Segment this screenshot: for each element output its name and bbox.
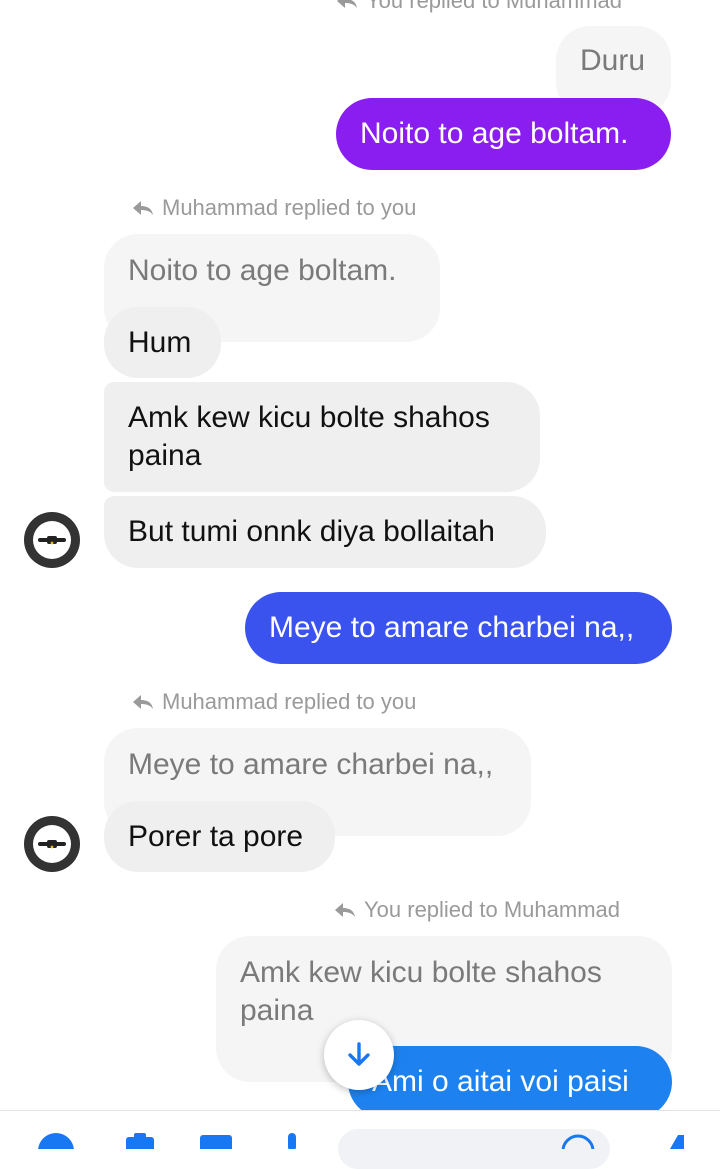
message-text: Amk kew kicu bolte shahos paina [128, 401, 490, 472]
outgoing-message[interactable]: Noito to age boltam. [336, 98, 671, 170]
camera-icon[interactable] [120, 1129, 160, 1149]
like-icon[interactable] [664, 1129, 694, 1149]
gallery-icon[interactable] [196, 1129, 236, 1149]
message-text: Ami o aitai voi paisi [372, 1065, 629, 1098]
incoming-message[interactable]: Hum [104, 307, 221, 378]
message-text: Noito to age boltam. [360, 117, 629, 150]
outgoing-message[interactable]: Meye to amare charbei na,, [245, 592, 672, 664]
reply-arrow-icon [337, 0, 357, 8]
apps-icon[interactable] [36, 1129, 76, 1149]
scroll-to-bottom-button[interactable] [324, 1020, 394, 1090]
contact-avatar[interactable] [24, 816, 80, 872]
reply-indicator: You replied to Muhammad [336, 0, 622, 16]
reply-arrow-icon [335, 903, 355, 917]
message-text: But tumi onnk diya bollaitah [128, 515, 495, 548]
emoji-icon[interactable] [560, 1129, 596, 1149]
composer-bar [0, 1110, 720, 1169]
quoted-message-text: Duru [580, 44, 646, 77]
reply-arrow-icon [133, 201, 153, 215]
message-text: Hum [128, 325, 192, 359]
arrow-down-icon [348, 1042, 370, 1066]
avatar-image [33, 521, 71, 559]
reply-indicator: You replied to Muhammad [334, 895, 620, 925]
outgoing-message[interactable]: Ami o aitai voi paisi [348, 1046, 672, 1118]
incoming-message[interactable]: Porer ta pore [104, 801, 335, 872]
reply-indicator: Muhammad replied to you [132, 193, 416, 223]
reply-indicator: Muhammad replied to you [132, 687, 416, 717]
quoted-message-text: Meye to amare charbei na,, [128, 748, 494, 781]
reply-indicator-text: You replied to Muhammad [366, 0, 623, 13]
avatar-logo [38, 840, 66, 849]
reply-indicator-text: Muhammad replied to you [162, 195, 417, 220]
reply-indicator-text: You replied to Muhammad [364, 897, 621, 922]
contact-avatar[interactable] [24, 512, 80, 568]
microphone-icon[interactable] [282, 1129, 302, 1149]
message-text: Porer ta pore [128, 819, 304, 853]
incoming-message[interactable]: But tumi onnk diya bollaitah [104, 496, 546, 568]
avatar-image [33, 825, 71, 863]
reply-indicator-text: Muhammad replied to you [162, 689, 417, 714]
quoted-message-text: Noito to age boltam. [128, 254, 397, 287]
reply-arrow-icon [133, 695, 153, 709]
quoted-message-text: Amk kew kicu bolte shahos paina [240, 956, 602, 1027]
avatar-logo [38, 536, 66, 545]
incoming-message[interactable]: Amk kew kicu bolte shahos paina [104, 382, 540, 492]
message-text: Meye to amare charbei na,, [269, 611, 635, 644]
